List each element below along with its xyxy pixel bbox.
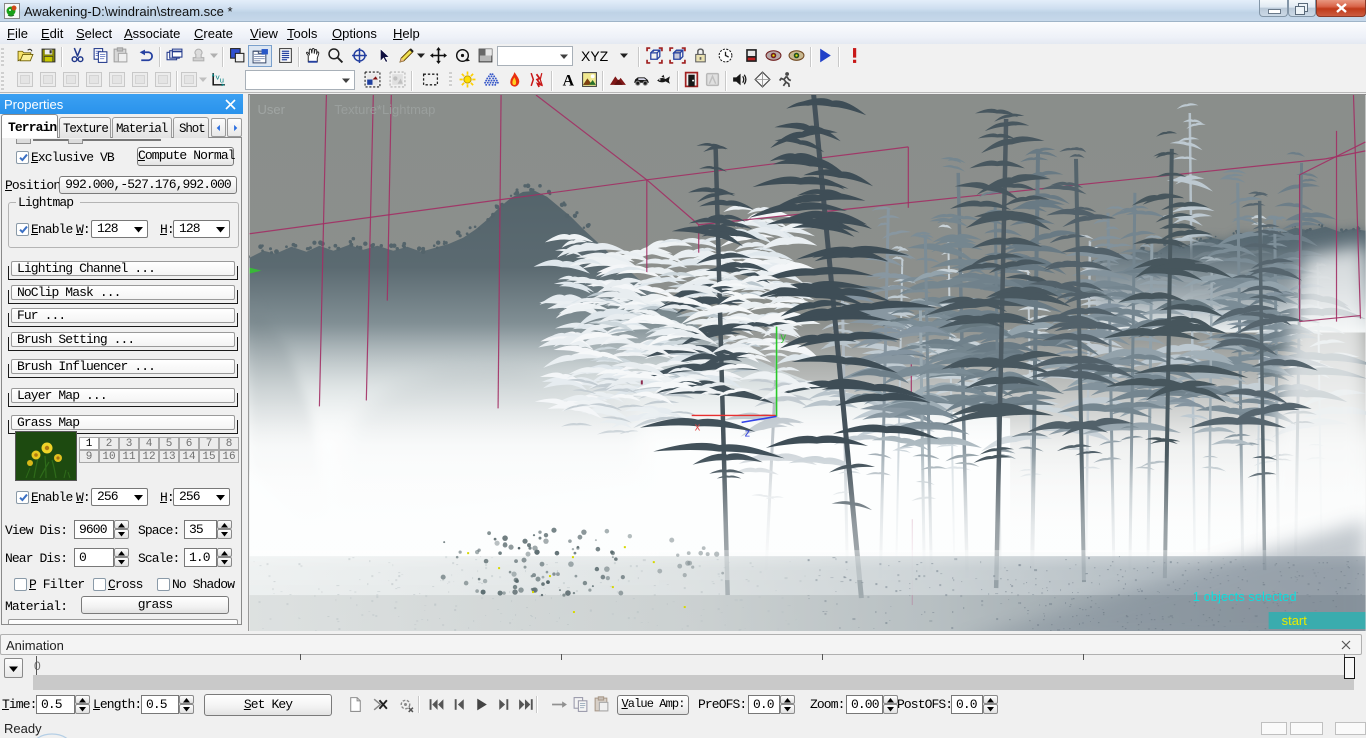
svg-text:start: start: [1282, 613, 1308, 628]
svg-text:A: A: [563, 72, 575, 88]
svg-text:User: User: [258, 102, 286, 117]
svg-text:Texture*Lightmap: Texture*Lightmap: [334, 102, 435, 117]
svg-text:x: x: [695, 421, 701, 433]
svg-text:u: u: [220, 78, 224, 86]
svg-text:y: y: [781, 332, 787, 344]
svg-text:1 objects selected: 1 objects selected: [1193, 589, 1297, 604]
svg-text:z: z: [745, 427, 750, 439]
